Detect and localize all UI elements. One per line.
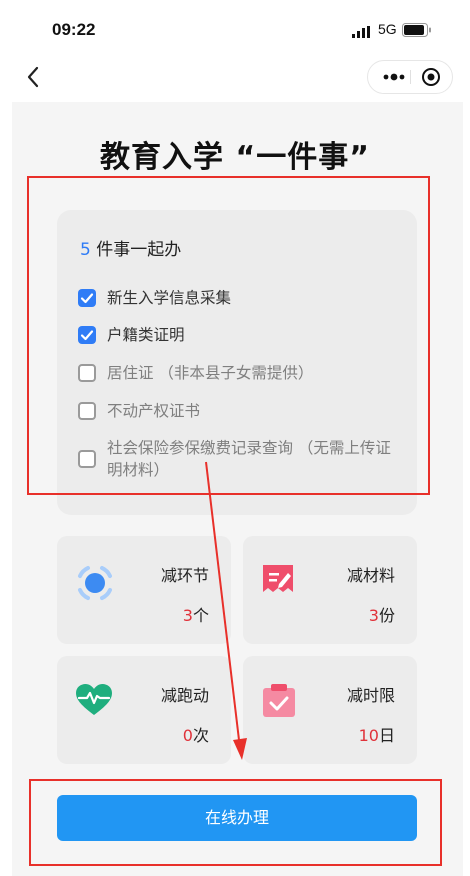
stat-unit: 日 [378,726,395,745]
stat-value: 3份 [369,602,395,626]
capsule-divider [410,70,411,84]
stat-value: 10日 [359,722,395,746]
mini-program-capsule [367,60,453,94]
stat-tile: 减跑动 0次 [57,656,231,764]
stat-label: 减材料 [346,566,395,585]
stat-number: 0 [182,726,193,745]
more-icon[interactable] [378,69,410,85]
close-target-icon[interactable] [420,66,442,88]
calendar-check-icon [263,684,295,717]
stat-unit: 次 [192,726,209,745]
target-icon [78,566,112,600]
battery-icon [402,23,431,37]
stat-number: 3 [182,606,193,625]
stat-unit: 份 [378,606,395,625]
highlight-box-button [29,779,442,866]
stat-tile: 减时限 10日 [243,656,417,764]
document-edit-icon [263,565,293,592]
stat-value: 0次 [183,722,209,746]
heartbeat-icon [76,684,112,715]
stat-number: 3 [368,606,379,625]
highlight-box-checklist [27,176,430,495]
stat-tile: 减环节 3个 [57,536,231,644]
status-bar: 09:22 5G [0,0,470,58]
stat-number: 10 [358,726,379,745]
page-title: 教育入学 “一件事” [100,140,370,175]
status-time: 09:22 [52,20,96,39]
stat-label: 减环节 [160,566,209,585]
signal-icon [352,26,370,38]
stat-label: 减跑动 [160,686,209,705]
stat-label: 减时限 [346,686,395,705]
nav-bar [0,58,470,100]
stat-tile: 减材料 3份 [243,536,417,644]
stat-unit: 个 [192,606,209,625]
stat-value: 3个 [183,602,209,626]
network-type: 5G [378,21,397,37]
back-chevron-icon[interactable] [26,66,40,88]
